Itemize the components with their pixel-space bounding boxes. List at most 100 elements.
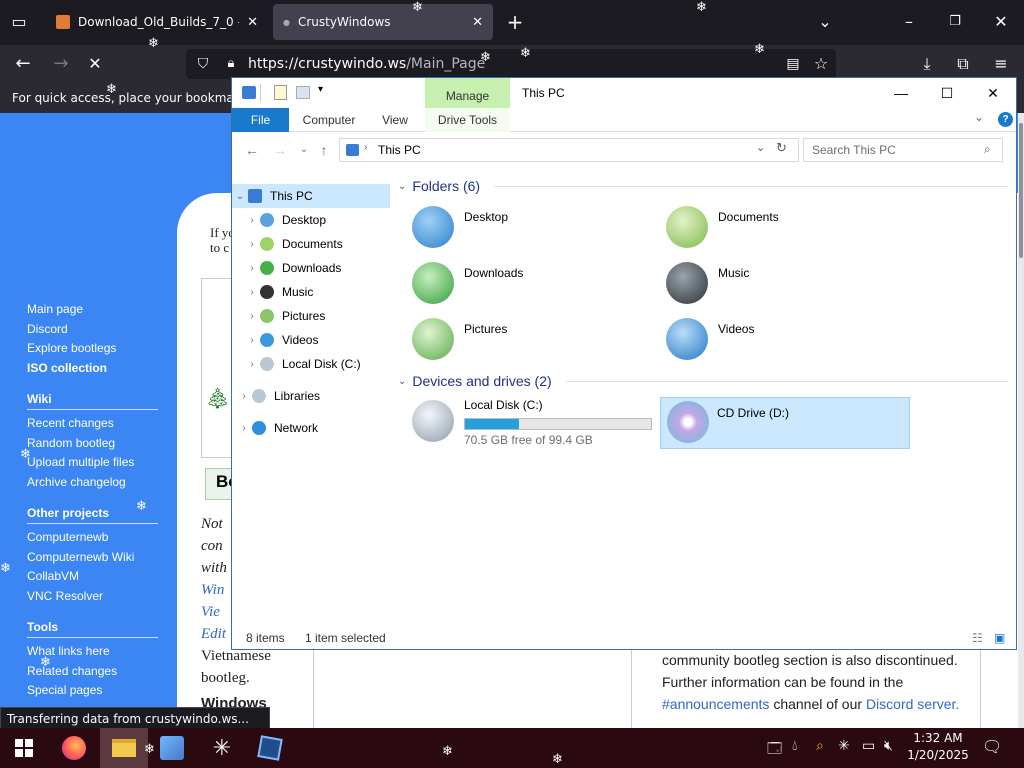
minimize-browser-icon[interactable]: – [892, 0, 926, 44]
action-center-icon[interactable]: 🗨︎ [982, 737, 1002, 756]
folder-desktop[interactable]: Desktop [412, 206, 662, 258]
up-arrow-icon[interactable]: ↑ [312, 138, 336, 162]
tree-item-local-disk[interactable]: › Local Disk (C:) [232, 352, 390, 376]
group-header-devices[interactable]: ⌄ Devices and drives (2) [398, 373, 1008, 389]
expand-chevron-icon[interactable]: › [244, 263, 260, 274]
tree-item-videos[interactable]: › Videos [232, 328, 390, 352]
close-tab-icon[interactable]: ✕ [472, 15, 483, 30]
discord-server-link[interactable]: Discord server. [866, 696, 959, 712]
address-dropdown-icon[interactable]: ⌄ [756, 141, 765, 154]
sidebar-computernewb[interactable]: Computernewb [27, 528, 167, 548]
expand-chevron-icon[interactable]: › [244, 215, 260, 226]
address-bar[interactable]: › This PC ⌄ ↻ [339, 138, 799, 162]
close-browser-icon[interactable]: ✕ [984, 0, 1018, 44]
stop-loading-icon[interactable]: ✕ [78, 42, 112, 86]
search-input[interactable]: Search This PC [803, 138, 1003, 162]
taskbar-virtualbox[interactable] [246, 728, 294, 768]
sidebar-collabvm[interactable]: CollabVM [27, 567, 167, 587]
tree-item-music[interactable]: › Music [232, 280, 390, 304]
folder-downloads[interactable]: Downloads [412, 262, 662, 314]
expand-chevron-icon[interactable]: › [244, 335, 260, 346]
expand-chevron-icon[interactable]: › [236, 391, 252, 402]
sidebar-recent-changes[interactable]: Recent changes [27, 414, 167, 434]
url-text[interactable]: https://crustywindo.ws/Main_Page [248, 49, 485, 79]
sidebar-vnc-resolver[interactable]: VNC Resolver [27, 587, 167, 607]
tab-view[interactable]: View [372, 108, 418, 132]
tray-search-icon[interactable]: ⌕ [816, 738, 824, 754]
expand-chevron-icon[interactable]: › [236, 423, 252, 434]
tree-item-documents[interactable]: › Documents [232, 232, 390, 256]
minimize-window-icon[interactable]: — [878, 78, 924, 108]
new-tab-button[interactable]: + [498, 0, 532, 44]
tree-item-network[interactable]: › Network [232, 416, 390, 440]
sidebar-archive-changelog[interactable]: Archive changelog [27, 473, 167, 493]
sidebar-explore-bootlegs[interactable]: Explore bootlegs [27, 339, 167, 359]
announcements-link[interactable]: #announcements [662, 696, 769, 712]
volume-muted-icon[interactable]: 🔇︎ [884, 738, 893, 754]
tray-app-icon[interactable]: 🗔︎ [767, 738, 782, 762]
tray-droplet-icon[interactable]: 💧︎ [792, 738, 798, 754]
ribbon-expand-icon[interactable]: ⌄ [974, 110, 984, 124]
sidebar-special-pages[interactable]: Special pages [27, 681, 167, 701]
tab-download-old-builds[interactable]: Download_Old_Builds_7_0 – Ora ✕ [46, 4, 268, 40]
explorer-title-bar[interactable]: ▾ Manage This PC — ☐ ✕ [232, 78, 1016, 108]
tree-item-desktop[interactable]: › Desktop [232, 208, 390, 232]
properties-qat-icon[interactable] [274, 85, 287, 100]
tray-star-icon[interactable]: ✳ [838, 738, 850, 754]
collapse-chevron-icon[interactable]: ⌄ [398, 376, 406, 387]
refresh-icon[interactable]: ↻ [776, 140, 787, 156]
tab-list-icon[interactable]: ▭ [2, 0, 36, 44]
sidebar-iso-collection[interactable]: ISO collection [27, 359, 167, 379]
close-window-icon[interactable]: ✕ [970, 78, 1016, 108]
sidebar-main-page[interactable]: Main page [27, 300, 167, 320]
collapse-chevron-icon[interactable]: ⌄ [398, 181, 406, 192]
maximize-window-icon[interactable]: ☐ [924, 78, 970, 108]
expand-chevron-icon[interactable]: › [244, 359, 260, 370]
system-clock[interactable]: 1:32 AM 1/20/2025 [898, 730, 978, 764]
expand-chevron-icon[interactable]: › [244, 287, 260, 298]
new-folder-qat-icon[interactable] [296, 86, 310, 99]
help-icon[interactable]: ? [998, 112, 1013, 127]
details-view-icon[interactable]: ☷ [972, 626, 983, 650]
tab-file[interactable]: File [232, 108, 289, 132]
taskbar-file-explorer[interactable] [100, 728, 148, 768]
sidebar-discord[interactable]: Discord [27, 320, 167, 340]
url-bar[interactable]: ⛉ 🔒︎ https://crustywindo.ws/Main_Page ▤ … [186, 49, 836, 79]
list-all-tabs-icon[interactable]: ⌄ [808, 0, 842, 44]
qat-dropdown-icon[interactable]: ▾ [318, 84, 323, 95]
expand-chevron-icon[interactable]: ⌄ [232, 191, 248, 202]
page-scrollbar[interactable] [1018, 113, 1024, 728]
folder-documents[interactable]: Documents [666, 206, 916, 258]
tab-computer[interactable]: Computer [296, 108, 362, 132]
network-icon[interactable]: ▭ [862, 738, 875, 754]
drive-local-disk-c[interactable]: Local Disk (C:) 70.5 GB free of 99.4 GB [412, 398, 662, 450]
tree-item-pictures[interactable]: › Pictures [232, 304, 390, 328]
forward-arrow-icon[interactable]: → [268, 138, 292, 162]
tree-item-downloads[interactable]: › Downloads [232, 256, 390, 280]
group-header-folders[interactable]: ⌄ Folders (6) [398, 178, 1008, 194]
drive-cd-d[interactable]: CD Drive (D:) [660, 397, 910, 449]
tab-drive-tools[interactable]: Drive Tools [425, 108, 510, 132]
folder-pictures[interactable]: Pictures [412, 318, 662, 370]
tab-crustywindows[interactable]: ● CrustyWindows ✕ [273, 4, 493, 40]
sidebar-random-bootleg[interactable]: Random bootleg [27, 434, 167, 454]
breadcrumb-chevron-icon[interactable]: › [364, 142, 367, 153]
close-tab-icon[interactable]: ✕ [247, 15, 258, 30]
tree-item-this-pc[interactable]: ⌄ This PC [232, 184, 390, 208]
large-icons-view-icon[interactable]: ▣ [994, 626, 1005, 650]
search-icon[interactable]: ⌕ [984, 142, 991, 157]
tree-item-libraries[interactable]: › Libraries [232, 384, 390, 408]
taskbar-firefox[interactable] [50, 728, 98, 768]
back-arrow-icon[interactable]: ← [240, 138, 264, 162]
back-arrow-icon[interactable]: ← [6, 42, 40, 86]
expand-chevron-icon[interactable]: › [244, 311, 260, 322]
sidebar-computernewb-wiki[interactable]: Computernewb Wiki [27, 548, 167, 568]
folder-music[interactable]: Music [666, 262, 916, 314]
restore-browser-icon[interactable]: ❐ [938, 0, 972, 44]
sidebar-upload-multiple[interactable]: Upload multiple files [27, 453, 167, 473]
taskbar-app-4[interactable]: ✳ [198, 728, 246, 768]
expand-chevron-icon[interactable]: › [244, 239, 260, 250]
scrollbar-thumb[interactable] [1019, 123, 1023, 258]
taskbar-app-3[interactable] [148, 728, 196, 768]
manage-context-tab[interactable]: Manage [425, 78, 510, 108]
